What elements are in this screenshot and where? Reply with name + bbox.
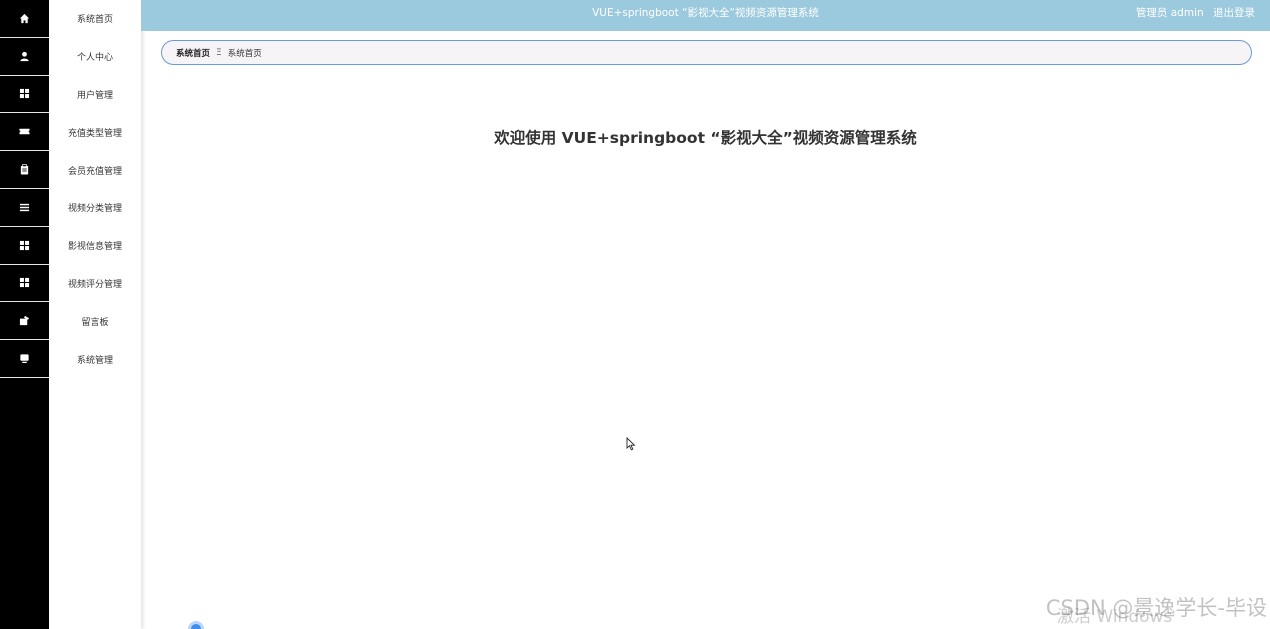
rail-item-movie-info[interactable] bbox=[0, 227, 49, 265]
rail-item-video-category[interactable] bbox=[0, 189, 49, 227]
mouse-cursor-icon bbox=[626, 437, 636, 451]
monitor-icon bbox=[20, 354, 29, 364]
sidebar-item-recharge-type[interactable]: 充值类型管理 bbox=[49, 113, 141, 151]
sidebar-item-movie-info[interactable]: 影视信息管理 bbox=[49, 227, 141, 265]
sidebar-item-message-board[interactable]: 留言板 bbox=[49, 302, 141, 340]
sidebar-item-system[interactable]: 系统管理 bbox=[49, 340, 141, 378]
list-icon bbox=[19, 203, 30, 212]
sidebar-item-home[interactable]: 系统首页 bbox=[49, 0, 141, 38]
top-header: VUE+springboot “影视大全”视频资源管理系统 管理员 admin … bbox=[141, 0, 1270, 31]
icon-rail bbox=[0, 0, 49, 629]
user-area: 管理员 admin 退出登录 bbox=[1136, 0, 1255, 26]
ticket-icon bbox=[19, 129, 30, 135]
app-title: VUE+springboot “影视大全”视频资源管理系统 bbox=[592, 7, 819, 19]
breadcrumb-current: 系统首页 bbox=[227, 48, 262, 59]
sidebar-item-member-recharge[interactable]: 会员充值管理 bbox=[49, 151, 141, 189]
sidebar-item-profile[interactable]: 个人中心 bbox=[49, 38, 141, 76]
home-icon bbox=[19, 13, 30, 23]
user-label: 管理员 admin bbox=[1135, 7, 1204, 19]
csdn-watermark: CSDN @景逸学长-毕设 bbox=[1045, 596, 1267, 620]
rail-item-member-recharge[interactable] bbox=[0, 151, 49, 189]
clipboard-icon bbox=[20, 164, 29, 175]
grid-icon bbox=[19, 240, 30, 250]
floating-dot-button[interactable] bbox=[188, 621, 204, 629]
breadcrumb-separator: Ξ bbox=[216, 47, 222, 58]
message-icon bbox=[19, 316, 30, 326]
breadcrumb: 系统首页 Ξ 系统首页 bbox=[161, 40, 1252, 65]
rail-item-system[interactable] bbox=[0, 340, 49, 378]
rail-item-home[interactable] bbox=[0, 0, 49, 38]
sidebar-item-users[interactable]: 用户管理 bbox=[49, 76, 141, 114]
logout-button[interactable]: 退出登录 bbox=[1213, 7, 1255, 19]
sidebar-item-video-category[interactable]: 视频分类管理 bbox=[49, 189, 141, 227]
welcome-heading: 欢迎使用 VUE+springboot “影视大全”视频资源管理系统 bbox=[494, 129, 917, 147]
rail-item-profile[interactable] bbox=[0, 38, 49, 76]
user-icon bbox=[20, 51, 29, 61]
rail-item-users[interactable] bbox=[0, 76, 49, 114]
rail-item-video-rating[interactable] bbox=[0, 265, 49, 303]
sidebar-menu: 系统首页 个人中心 用户管理 充值类型管理 会员充值管理 视频分类管理 影视信息… bbox=[49, 0, 141, 629]
sidebar-item-video-rating[interactable]: 视频评分管理 bbox=[49, 265, 141, 303]
rail-item-recharge-type[interactable] bbox=[0, 113, 49, 152]
grid-icon bbox=[19, 278, 30, 288]
breadcrumb-home[interactable]: 系统首页 bbox=[176, 47, 210, 59]
grid-icon bbox=[19, 89, 30, 99]
rail-item-message-board[interactable] bbox=[0, 302, 49, 341]
